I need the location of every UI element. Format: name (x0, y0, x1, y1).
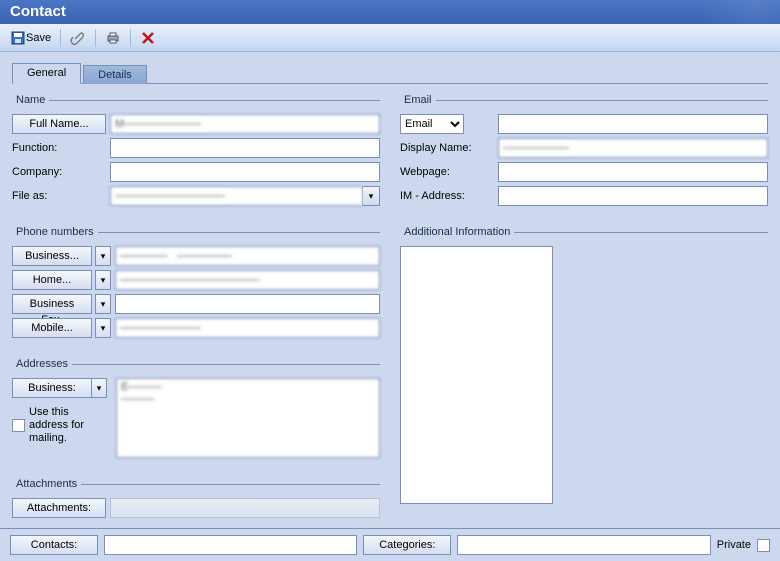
email-group: Email Email Display Name: Webpage: (400, 94, 768, 216)
function-label: Function: (12, 142, 106, 154)
additional-legend: Additional Information (400, 226, 514, 238)
im-input[interactable] (498, 186, 768, 206)
fileas-input[interactable] (110, 186, 362, 206)
attach-button[interactable] (66, 28, 90, 48)
additional-textarea[interactable] (400, 246, 553, 504)
footer: Contacts: Categories: Private (0, 528, 780, 561)
left-column: Name Full Name... Function: Company: Fil… (12, 94, 380, 538)
phone-fax-input[interactable] (115, 294, 380, 314)
fullname-input[interactable] (110, 114, 380, 134)
email-type-select[interactable]: Email (400, 114, 464, 134)
chevron-down-icon: ▾ (101, 321, 106, 335)
webpage-input[interactable] (498, 162, 768, 182)
phone-mobile-button[interactable]: Mobile... (12, 318, 92, 338)
email-legend: Email (400, 94, 436, 106)
name-legend: Name (12, 94, 49, 106)
display-name-input[interactable] (498, 138, 768, 158)
display-name-label: Display Name: (400, 142, 494, 154)
chevron-down-icon: ▾ (101, 297, 106, 311)
email-input[interactable] (498, 114, 768, 134)
phone-mobile-input[interactable] (115, 318, 380, 338)
address-textarea[interactable] (116, 378, 380, 458)
tabs: General Details (12, 62, 768, 84)
company-label: Company: (12, 166, 106, 178)
im-label: IM - Address: (400, 190, 494, 202)
fullname-button[interactable]: Full Name... (12, 114, 106, 134)
tab-details[interactable]: Details (83, 65, 147, 84)
delete-button[interactable] (136, 28, 160, 48)
fileas-label: File as: (12, 190, 106, 202)
phone-group: Phone numbers Business... ▾ Home... ▾ Bu… (12, 226, 380, 348)
address-business-dropdown[interactable]: ▾ (91, 378, 107, 398)
print-button[interactable] (101, 28, 125, 48)
phone-home-dropdown[interactable]: ▾ (95, 270, 111, 290)
chevron-down-icon: ▾ (97, 381, 102, 395)
chevron-down-icon: ▾ (101, 249, 106, 263)
addresses-group: Addresses Business: ▾ Use this address f… (12, 358, 380, 468)
additional-group: Additional Information (400, 226, 768, 513)
save-label: Save (26, 32, 51, 44)
categories-button[interactable]: Categories: (363, 535, 451, 555)
company-input[interactable] (110, 162, 380, 182)
attachments-button[interactable]: Attachments: (12, 498, 106, 518)
phone-business-button[interactable]: Business... (12, 246, 92, 266)
phone-home-input[interactable] (115, 270, 380, 290)
toolbar-separator (60, 29, 61, 47)
private-label: Private (717, 539, 751, 551)
attachments-display (110, 498, 380, 518)
categories-input[interactable] (457, 535, 710, 555)
phone-business-dropdown[interactable]: ▾ (95, 246, 111, 266)
right-column: Email Email Display Name: Webpage: (400, 94, 768, 538)
private-checkbox[interactable] (757, 539, 770, 552)
phone-fax-dropdown[interactable]: ▾ (95, 294, 111, 314)
fileas-dropdown-button[interactable]: ▾ (362, 186, 380, 206)
addresses-legend: Addresses (12, 358, 72, 370)
name-group: Name Full Name... Function: Company: Fil… (12, 94, 380, 216)
attachments-group: Attachments Attachments: (12, 478, 380, 528)
mailing-checkbox[interactable] (12, 419, 25, 432)
phone-mobile-dropdown[interactable]: ▾ (95, 318, 111, 338)
phone-fax-button[interactable]: Business Fax. (12, 294, 92, 314)
paperclip-icon (70, 30, 86, 46)
phone-business-input[interactable] (115, 246, 380, 266)
tab-general[interactable]: General (12, 63, 81, 84)
save-button[interactable]: Save (6, 28, 55, 48)
chevron-down-icon: ▾ (101, 273, 106, 287)
chevron-down-icon: ▾ (369, 191, 374, 202)
floppy-icon (10, 30, 26, 46)
content-area: General Details Name Full Name... Functi… (0, 52, 780, 538)
address-business-button[interactable]: Business: (12, 378, 92, 398)
printer-icon (105, 30, 121, 46)
attachments-legend: Attachments (12, 478, 81, 490)
mailing-label: Use this address for mailing. (29, 406, 106, 445)
toolbar-separator (95, 29, 96, 47)
contacts-input[interactable] (104, 535, 357, 555)
phone-legend: Phone numbers (12, 226, 98, 238)
close-icon (140, 30, 156, 46)
phone-home-button[interactable]: Home... (12, 270, 92, 290)
function-input[interactable] (110, 138, 380, 158)
toolbar-separator (130, 29, 131, 47)
window-title: Contact (0, 0, 780, 24)
contacts-button[interactable]: Contacts: (10, 535, 98, 555)
webpage-label: Webpage: (400, 166, 494, 178)
toolbar: Save (0, 24, 780, 52)
